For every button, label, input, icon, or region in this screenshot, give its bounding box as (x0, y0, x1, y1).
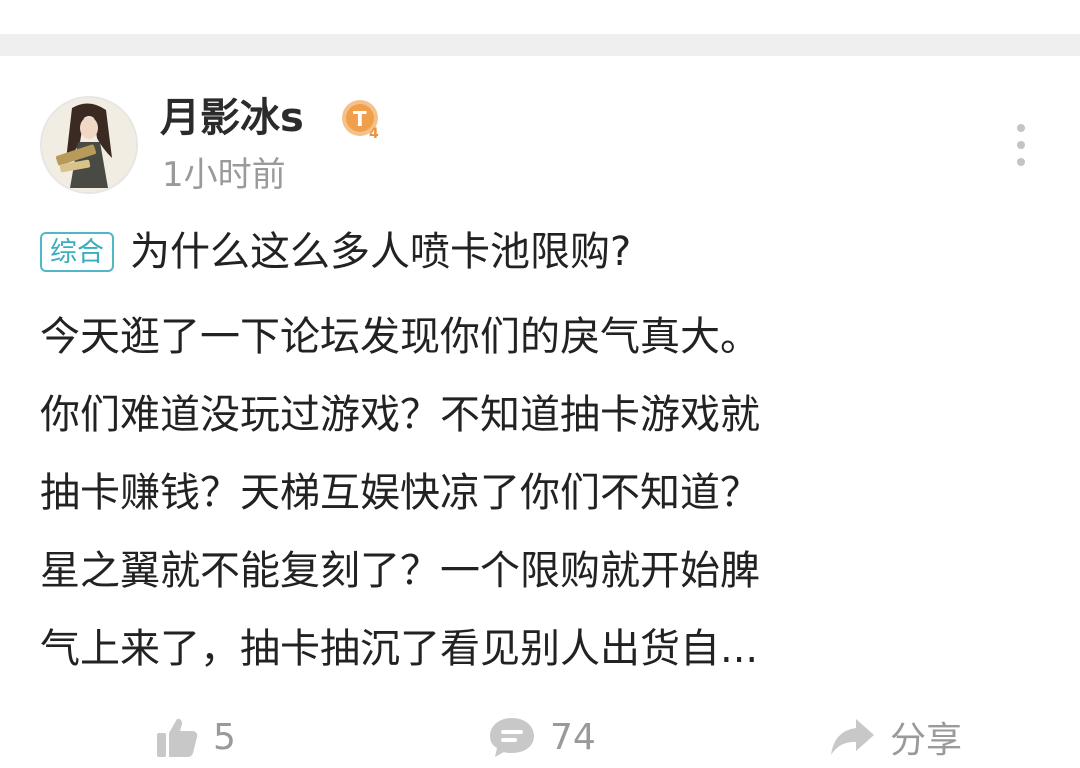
post-body[interactable]: 今天逛了一下论坛发现你们的戾气真大。 你们难道没玩过游戏？不知道抽卡游戏就 抽卡… (40, 298, 1040, 688)
thumbs-up-icon (157, 718, 198, 757)
more-dot-icon (1017, 124, 1025, 132)
comment-count: 74 (550, 716, 596, 758)
title-row[interactable]: 综合 为什么这么多人喷卡池限购? (40, 222, 631, 282)
post-body-line: 气上来了，抽卡抽沉了看见别人出货自... (40, 626, 759, 672)
top-strip (0, 0, 1080, 34)
more-options-button[interactable] (1004, 124, 1038, 166)
like-button[interactable]: 5 (155, 706, 236, 768)
section-divider (0, 34, 1080, 56)
action-bar: 5 74 分享 (0, 706, 1080, 768)
post-body-line: 今天逛了一下论坛发现你们的戾气真大。 (40, 314, 760, 360)
share-label: 分享 (890, 720, 963, 761)
category-tag[interactable]: 综合 (40, 232, 114, 272)
comment-icon (490, 718, 534, 757)
level-badge: T 4 (340, 98, 384, 142)
level-badge-icon: T 4 (342, 100, 379, 142)
svg-text:T: T (353, 107, 367, 131)
share-arrow-icon (831, 719, 874, 755)
avatar[interactable] (40, 96, 138, 194)
share-button[interactable]: 分享 (828, 706, 962, 768)
post-title[interactable]: 为什么这么多人喷卡池限购? (130, 222, 631, 282)
more-dot-icon (1017, 141, 1025, 149)
post-body-line: 你们难道没玩过游戏？不知道抽卡游戏就 (40, 392, 760, 438)
more-dot-icon (1017, 158, 1025, 166)
avatar-image (42, 98, 136, 192)
svg-text:4: 4 (369, 126, 379, 142)
username[interactable]: 月影冰s (160, 92, 304, 144)
comment-button[interactable]: 74 (488, 706, 596, 768)
post-body-line: 抽卡赚钱？天梯互娱快凉了你们不知道？ (40, 470, 760, 516)
post-body-line: 星之翼就不能复刻了？一个限购就开始脾 (40, 548, 760, 594)
like-count: 5 (213, 716, 236, 758)
timestamp: 1小时前 (162, 155, 286, 195)
